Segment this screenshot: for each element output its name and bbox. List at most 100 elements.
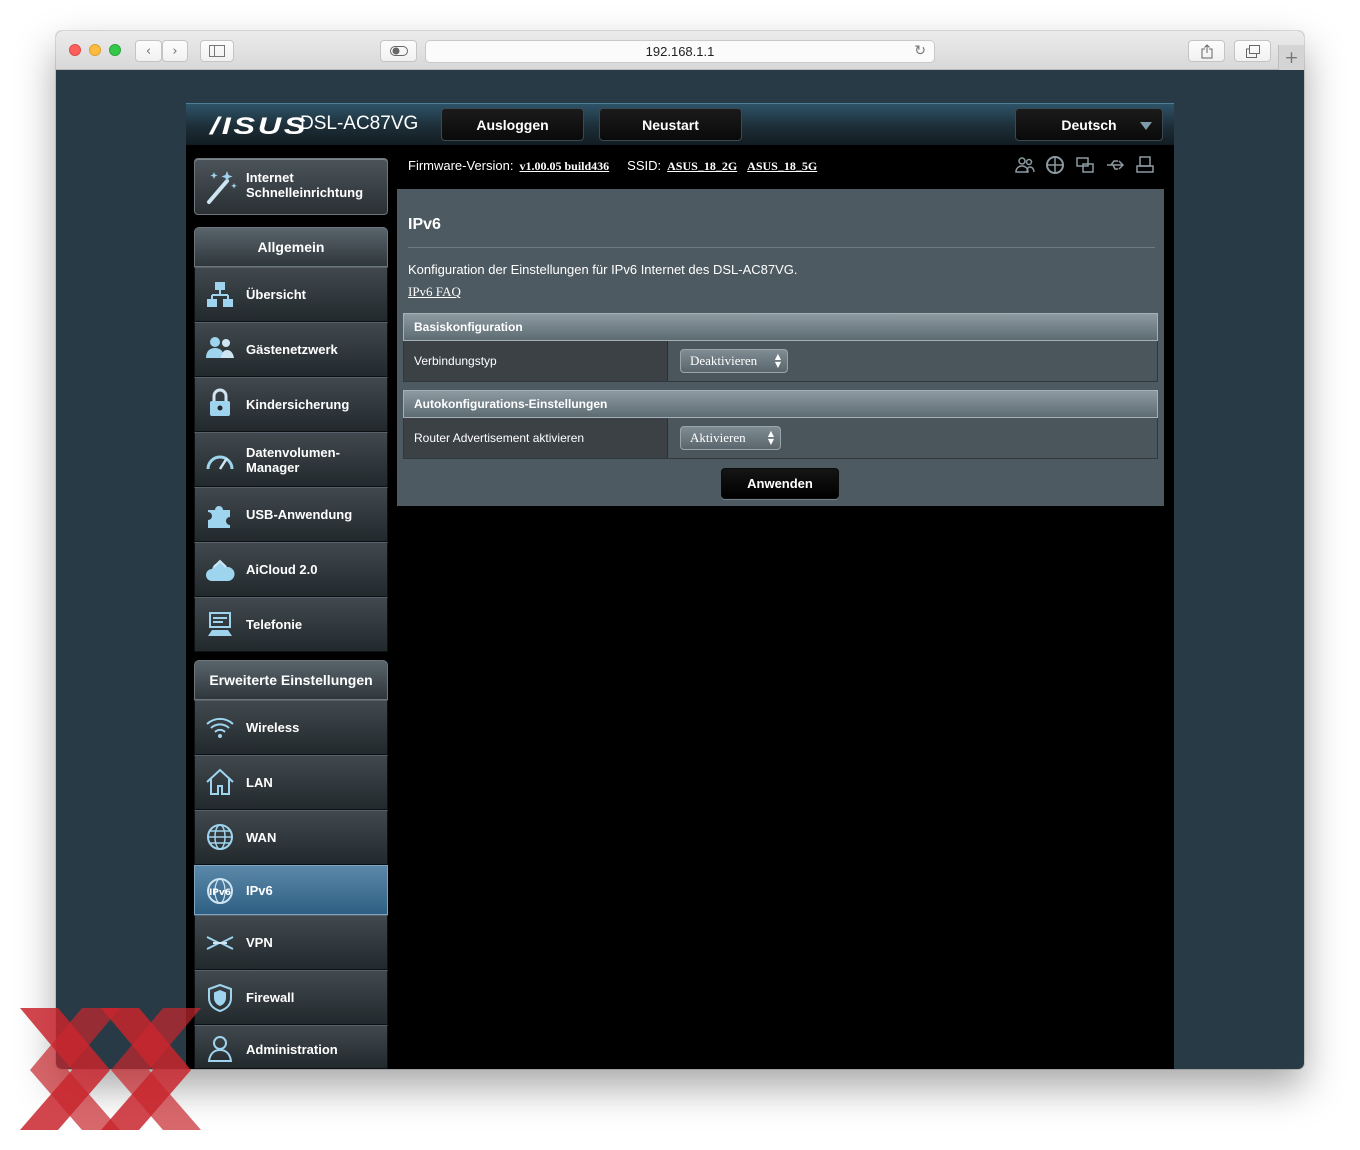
logout-button[interactable]: Ausloggen bbox=[441, 108, 584, 141]
connection-type-cell: Deaktivieren ▲ ▼ bbox=[668, 341, 1157, 381]
address-bar[interactable]: 192.168.1.1 ↻ bbox=[425, 40, 935, 63]
home-icon bbox=[206, 768, 234, 795]
router-advertisement-row: Router Advertisement aktivieren Aktivier… bbox=[403, 418, 1158, 459]
printer-icon[interactable] bbox=[1135, 155, 1155, 175]
sidebar-item-label: Telefonie bbox=[246, 617, 303, 632]
sidebar-item-guest-network[interactable]: Gästenetzwerk bbox=[194, 322, 388, 377]
asus-logo: /ISUS bbox=[210, 113, 309, 140]
page-title: IPv6 bbox=[408, 216, 441, 233]
connection-type-select[interactable]: Deaktivieren ▲ ▼ bbox=[680, 349, 788, 373]
model-name: DSL-AC87VG bbox=[300, 113, 419, 134]
ipv6-faq-link[interactable]: IPv6 FAQ bbox=[408, 284, 461, 300]
internet-icon[interactable] bbox=[1045, 155, 1065, 175]
sidebar-item-label: Firewall bbox=[246, 990, 295, 1005]
sidebar-item-label: Datenvolumen-Manager bbox=[246, 445, 340, 475]
router-header: /ISUS DSL-AC87VG Ausloggen Neustart Deut… bbox=[186, 103, 1174, 145]
sidebar-item-label: IPv6 bbox=[246, 883, 273, 898]
router-advertisement-cell: Aktivieren ▲ ▼ bbox=[668, 418, 1157, 458]
url-text: 192.168.1.1 bbox=[645, 44, 715, 59]
network-map-icon bbox=[207, 282, 233, 307]
shield-icon bbox=[208, 983, 232, 1013]
close-window-button[interactable] bbox=[69, 44, 81, 56]
sidebar-item-label: VPN bbox=[246, 935, 273, 950]
sidebar-item-label: Administration bbox=[246, 1042, 338, 1057]
router-advertisement-label: Router Advertisement aktivieren bbox=[404, 418, 668, 458]
select-arrows-icon: ▲ ▼ bbox=[767, 429, 774, 446]
sidebar-item-label: Wireless bbox=[246, 720, 300, 735]
connection-type-label: Verbindungstyp bbox=[404, 341, 668, 381]
sidebar-item-label: WAN bbox=[246, 830, 277, 845]
globe-icon bbox=[207, 824, 233, 850]
ipv6-globe-icon: IPv6 bbox=[207, 878, 233, 904]
router-admin-page: /ISUS DSL-AC87VG Ausloggen Neustart Deut… bbox=[186, 103, 1174, 1069]
language-select[interactable]: Deutsch bbox=[1015, 108, 1163, 141]
apply-button[interactable]: Anwenden bbox=[721, 468, 839, 499]
guest-network-icon bbox=[206, 337, 234, 358]
tabs-icon[interactable] bbox=[1234, 40, 1271, 62]
ssid-5g-link[interactable]: ASUS_18_5G bbox=[747, 159, 817, 174]
sidebar-item-aicloud[interactable]: AiCloud 2.0 bbox=[194, 542, 388, 597]
sidebar-item-overview[interactable]: Übersicht bbox=[194, 267, 388, 322]
chevron-left-icon[interactable]: ‹ bbox=[135, 40, 162, 62]
sidebar-item-traffic-manager[interactable]: Datenvolumen-Manager bbox=[194, 432, 388, 487]
sidebar-item-firewall[interactable]: Firewall bbox=[194, 970, 388, 1025]
router-advertisement-value: Aktivieren bbox=[690, 430, 746, 445]
ssid-2g-link[interactable]: ASUS_18_2G bbox=[667, 159, 737, 174]
language-label: Deutsch bbox=[1061, 116, 1117, 133]
sidebar-item-vpn[interactable]: VPN bbox=[194, 915, 388, 970]
plus-icon[interactable]: + bbox=[1278, 45, 1304, 70]
status-icons bbox=[1015, 155, 1155, 175]
zoom-window-button[interactable] bbox=[109, 44, 121, 56]
browser-toolbar: ‹ › 192.168.1.1 ↻ + bbox=[56, 31, 1304, 70]
toggle-icon[interactable] bbox=[380, 40, 417, 62]
browser-window: ‹ › 192.168.1.1 ↻ + /ISUS DSL-AC87VG Aus… bbox=[56, 31, 1304, 1069]
sidebar-item-label: Gästenetzwerk bbox=[246, 342, 338, 357]
title-divider bbox=[408, 247, 1155, 248]
sidebar-item-label: Übersicht bbox=[246, 287, 306, 302]
magic-wand-icon bbox=[207, 171, 237, 204]
minimize-window-button[interactable] bbox=[89, 44, 101, 56]
sidebar-item-label: Kindersicherung bbox=[246, 397, 350, 412]
chevron-right-icon[interactable]: › bbox=[162, 40, 188, 62]
sidebar-item-telephony[interactable]: Telefonie bbox=[194, 597, 388, 652]
sidebar-item-wireless[interactable]: Wireless bbox=[194, 700, 388, 755]
wifi-icon bbox=[206, 717, 234, 738]
advanced-section-heading: Erweiterte Einstellungen bbox=[194, 660, 388, 700]
usb-icon[interactable] bbox=[1105, 155, 1125, 175]
sidebar-item-label: AiCloud 2.0 bbox=[246, 562, 318, 577]
sidebar-icon[interactable] bbox=[200, 40, 234, 62]
sidebar-item-lan[interactable]: LAN bbox=[194, 755, 388, 810]
ssid-label: SSID: bbox=[627, 158, 662, 173]
basic-config-heading: Basiskonfiguration bbox=[403, 313, 1158, 341]
page-description: Konfiguration der Einstellungen für IPv6… bbox=[408, 262, 798, 277]
connection-type-value: Deaktivieren bbox=[690, 353, 758, 368]
devices-icon[interactable] bbox=[1075, 155, 1095, 175]
quick-setup-label: Internet Schnelleinrichtung bbox=[246, 170, 364, 200]
reload-icon[interactable]: ↻ bbox=[914, 43, 926, 59]
router-advertisement-select[interactable]: Aktivieren ▲ ▼ bbox=[680, 426, 781, 450]
chevron-down-icon bbox=[1140, 122, 1152, 130]
puzzle-icon bbox=[208, 506, 230, 528]
sidebar-item-label: LAN bbox=[246, 775, 273, 790]
vpn-icon bbox=[206, 936, 234, 950]
firmware-version-link[interactable]: v1.00.05 build436 bbox=[519, 159, 609, 174]
sidebar-item-ipv6[interactable]: IPv6 IPv6 bbox=[194, 865, 388, 915]
reboot-button[interactable]: Neustart bbox=[599, 108, 742, 141]
gauge-icon bbox=[206, 455, 234, 470]
xx-watermark-logo bbox=[20, 1008, 201, 1130]
autoconfig-heading: Autokonfigurations-Einstellungen bbox=[403, 390, 1158, 418]
lock-icon bbox=[210, 388, 230, 416]
select-arrows-icon: ▲ ▼ bbox=[774, 352, 781, 369]
sidebar-item-administration[interactable]: Administration bbox=[194, 1025, 388, 1069]
svg-text:IPv6: IPv6 bbox=[209, 888, 231, 898]
ipv6-settings-panel: IPv6 Konfiguration der Einstellungen für… bbox=[397, 189, 1164, 506]
user-admin-icon bbox=[207, 1036, 233, 1062]
quick-internet-setup-button[interactable]: Internet Schnelleinrichtung bbox=[194, 158, 388, 215]
sidebar-item-wan[interactable]: WAN bbox=[194, 810, 388, 865]
general-section-heading: Allgemein bbox=[194, 227, 388, 267]
share-icon[interactable] bbox=[1188, 40, 1225, 62]
clients-icon[interactable] bbox=[1015, 155, 1035, 175]
sidebar-item-parental-control[interactable]: Kindersicherung bbox=[194, 377, 388, 432]
firmware-label: Firmware-Version: bbox=[408, 158, 514, 173]
sidebar-item-usb-application[interactable]: USB-Anwendung bbox=[194, 487, 388, 542]
